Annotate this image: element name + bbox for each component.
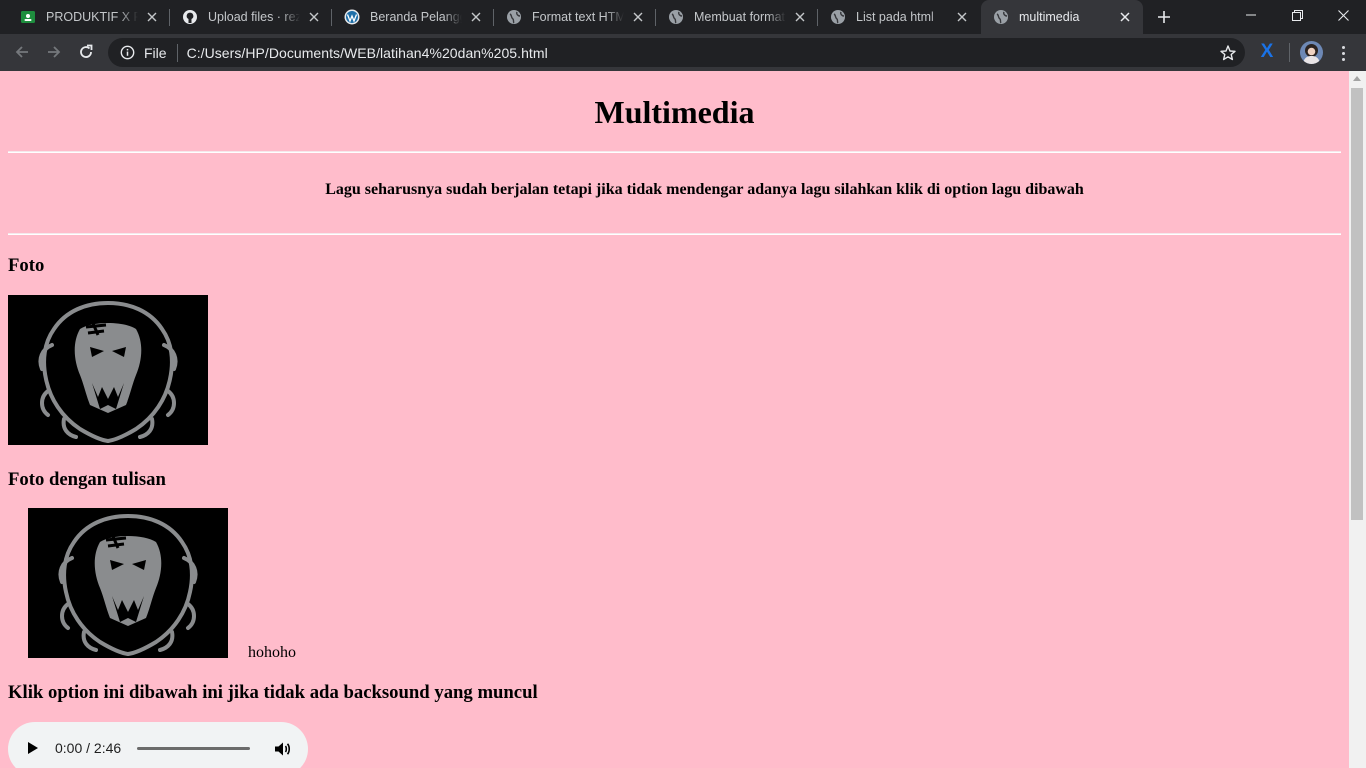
close-icon[interactable] <box>1117 9 1133 25</box>
bookmark-star-icon[interactable] <box>1219 44 1237 62</box>
lion-image-with-caption <box>28 508 228 658</box>
close-icon[interactable] <box>306 9 322 25</box>
tab-format-text-html[interactable]: Format text HTML <box>494 0 656 34</box>
reload-icon <box>80 44 93 58</box>
browser-toolbar: File C:/Users/HP/Documents/WEB/latihan4%… <box>0 34 1366 71</box>
globe-icon <box>830 9 846 25</box>
page-title: Multimedia <box>594 94 755 130</box>
tab-strip: PRODUKTIF X RPL Upload files · rezaa Ber… <box>0 0 1366 34</box>
github-icon <box>182 9 198 25</box>
tab-list-pada-html[interactable]: List pada html <box>818 0 980 34</box>
back-button[interactable] <box>8 38 36 66</box>
tab-title: Format text HTML <box>532 10 624 24</box>
restore-button[interactable] <box>1274 0 1320 30</box>
close-icon[interactable] <box>954 9 970 25</box>
arrow-left-icon <box>15 46 28 58</box>
close-icon[interactable] <box>792 9 808 25</box>
tab-title: List pada html <box>856 10 934 24</box>
notice-text: Lagu seharusnya sudah berjalan tetapi ji… <box>325 181 1084 198</box>
close-icon[interactable] <box>144 9 160 25</box>
tab-title: Upload files · rezaa <box>208 10 300 24</box>
tab-upload-files[interactable]: Upload files · rezaa <box>170 0 332 34</box>
url-text[interactable]: C:/Users/HP/Documents/WEB/latihan4%20dan… <box>187 45 548 61</box>
profile-avatar-icon <box>1300 41 1323 64</box>
horizontal-rule <box>8 233 1341 235</box>
address-divider <box>176 43 178 62</box>
classroom-icon <box>20 9 36 25</box>
section-heading-foto-tulisan: Foto dengan tulisan <box>8 469 166 490</box>
audio-progress-slider[interactable] <box>137 747 250 750</box>
page-scrollbar[interactable] <box>1349 71 1366 768</box>
wordpress-icon <box>344 9 360 25</box>
dot <box>1341 45 1345 49</box>
extension-button[interactable]: X <box>1255 38 1279 66</box>
forward-button[interactable] <box>40 38 68 66</box>
toolbar-separator <box>1289 43 1290 62</box>
dot <box>1341 51 1345 55</box>
lion-image <box>8 295 208 445</box>
page-viewport: Multimedia Lagu seharusnya sudah berjala… <box>0 71 1349 768</box>
volume-icon[interactable] <box>272 739 292 759</box>
tab-membuat-format[interactable]: Membuat format t <box>656 0 818 34</box>
close-icon <box>1337 9 1349 21</box>
scheme-label: File <box>144 44 167 61</box>
horizontal-rule <box>8 151 1341 153</box>
section-heading-klik: Klik option ini dibawah ini jika tidak a… <box>8 682 538 703</box>
plus-icon <box>1158 11 1170 23</box>
minimize-button[interactable] <box>1228 0 1274 30</box>
lion-emblem-icon <box>28 508 228 658</box>
globe-icon <box>993 9 1009 25</box>
avatar[interactable] <box>1300 41 1323 64</box>
audio-player: 0:00 / 2:46 <box>8 722 308 768</box>
tab-title: PRODUKTIF X RPL <box>46 10 138 24</box>
minimize-icon <box>1246 14 1256 16</box>
section-heading-foto: Foto <box>8 255 45 276</box>
new-tab-button[interactable] <box>1152 5 1176 29</box>
arrow-right-icon <box>48 46 61 58</box>
close-window-button[interactable] <box>1320 0 1366 30</box>
dot <box>1341 57 1345 61</box>
tab-produktif[interactable]: PRODUKTIF X RPL <box>8 0 170 34</box>
close-icon[interactable] <box>468 9 484 25</box>
globe-icon <box>506 9 522 25</box>
tab-multimedia[interactable]: multimedia <box>981 0 1143 34</box>
tab-title: Membuat format t <box>694 10 786 24</box>
scroll-up-arrow-icon[interactable] <box>1353 76 1361 81</box>
browser-menu-button[interactable] <box>1333 41 1353 65</box>
lion-emblem-icon <box>8 295 208 445</box>
tab-title: multimedia <box>1019 10 1080 24</box>
address-bar[interactable]: File C:/Users/HP/Documents/WEB/latihan4%… <box>108 38 1245 67</box>
image-caption: hohoho <box>248 644 296 661</box>
audio-time: 0:00 / 2:46 <box>55 740 122 756</box>
play-icon[interactable] <box>28 742 38 754</box>
reload-button[interactable] <box>72 38 100 66</box>
tab-beranda-pelanggan[interactable]: Beranda Pelanggan <box>332 0 494 34</box>
scrollbar-thumb[interactable] <box>1351 88 1363 520</box>
info-icon[interactable] <box>119 45 135 61</box>
restore-icon <box>1291 9 1303 21</box>
globe-icon <box>668 9 684 25</box>
close-icon[interactable] <box>630 9 646 25</box>
tab-title: Beranda Pelanggan <box>370 10 462 24</box>
extension-label: X <box>1260 41 1274 62</box>
